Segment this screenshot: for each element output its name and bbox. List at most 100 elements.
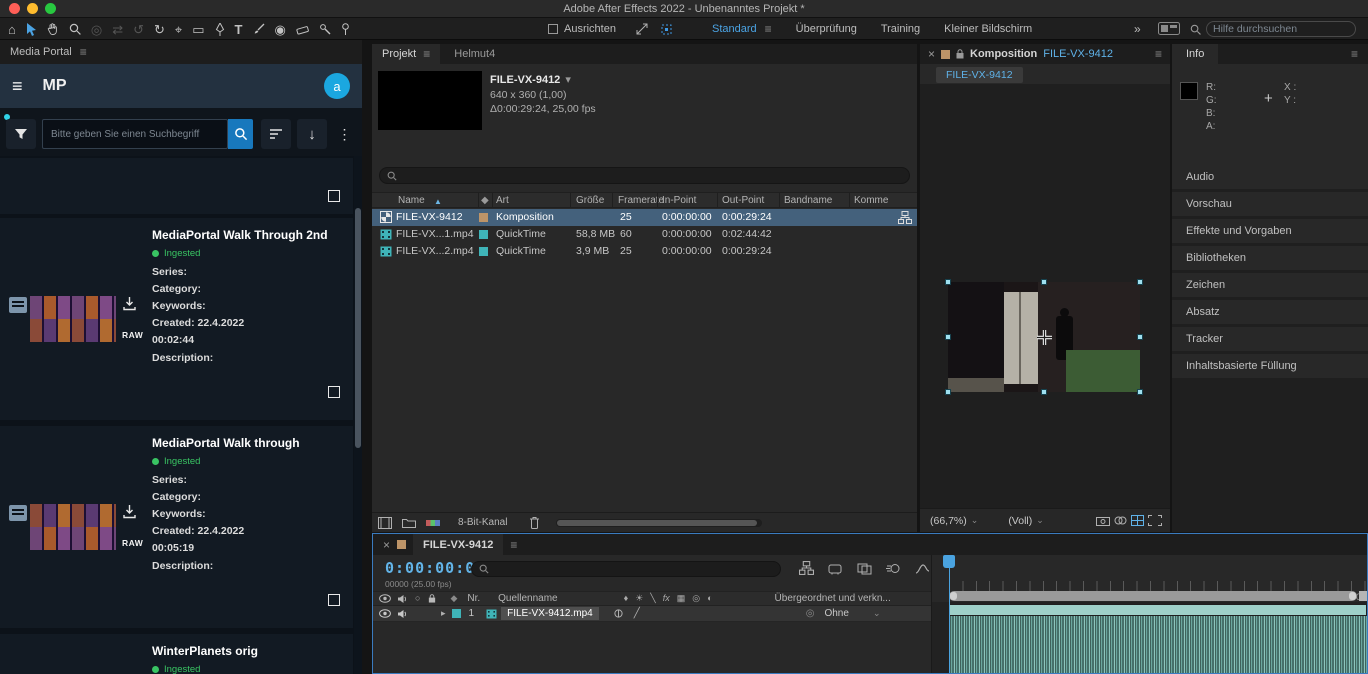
panel-menu-icon[interactable]: ≡ [510, 539, 517, 551]
help-search[interactable] [1190, 21, 1356, 37]
column-bandname[interactable]: Bandname [784, 195, 832, 206]
collapse-icon[interactable]: ☀ [635, 594, 643, 603]
label-column-icon[interactable]: ◆ [450, 594, 457, 603]
project-row[interactable]: FILE-VX...2.mp4 QuickTime 3,9 MB 25 0:00… [372, 243, 917, 260]
panel-menu-icon[interactable]: ≡ [80, 46, 87, 58]
quality-icon[interactable]: ╲ [650, 594, 655, 603]
pen-tool-icon[interactable] [215, 23, 225, 36]
project-row[interactable]: FILE-VX...1.mp4 QuickTime 58,8 MB 60 0:0… [372, 226, 917, 243]
chevron-down-icon[interactable]: ⌄ [971, 515, 979, 526]
scrollbar-thumb[interactable] [355, 208, 361, 448]
snapshot-icon[interactable] [1096, 515, 1110, 526]
brush-tool-icon[interactable] [253, 23, 265, 35]
chevron-down-icon[interactable]: ⌄ [1036, 515, 1044, 526]
draft-3d-icon[interactable] [828, 562, 843, 575]
selection-handle[interactable] [1137, 334, 1143, 340]
layer-audio-icon[interactable] [397, 609, 407, 619]
thumbnail-strip[interactable] [30, 296, 116, 342]
media-portal-tab[interactable]: Media Portal [10, 46, 72, 58]
layer-shy-icon[interactable] [613, 609, 624, 618]
workspace-tab-kleiner-bildschirm[interactable]: Kleiner Bildschirm [944, 23, 1032, 35]
panel-audio[interactable]: Audio [1172, 165, 1368, 189]
download-button[interactable]: ↓ [297, 119, 327, 149]
filter-button[interactable] [6, 119, 36, 149]
composition-viewer[interactable] [920, 84, 1170, 508]
card-checkbox[interactable] [328, 594, 340, 606]
eye-column-icon[interactable] [379, 594, 391, 603]
layer-eye-icon[interactable] [379, 609, 391, 618]
transfer-mode-icon[interactable]: ▦ [677, 594, 686, 603]
snapping-icon[interactable] [660, 23, 673, 36]
layer-label-swatch[interactable] [452, 609, 461, 618]
selection-handle[interactable] [1041, 279, 1047, 285]
panel-inhaltsbasierte-fuellung[interactable]: Inhaltsbasierte Füllung [1172, 354, 1368, 378]
selection-tool-icon[interactable] [26, 23, 37, 36]
zoom-level-dropdown[interactable]: (66,7%) [930, 515, 967, 527]
column-groesse[interactable]: Größe [576, 195, 604, 206]
panel-absatz[interactable]: Absatz [1172, 300, 1368, 324]
close-icon[interactable]: × [928, 47, 935, 61]
dropdown-icon[interactable]: ▾ [565, 73, 571, 86]
media-card[interactable]: WinterPlanets orig Ingested [0, 634, 353, 674]
3d-layer-icon[interactable]: ◐ [707, 594, 712, 603]
playhead-handle[interactable] [943, 555, 955, 568]
maximize-window-button[interactable] [45, 3, 56, 14]
fx-icon[interactable]: fx [663, 594, 670, 603]
panel-menu-icon[interactable]: ≡ [1351, 48, 1358, 60]
label-color-swatch[interactable] [479, 247, 488, 256]
label-color-swatch[interactable] [479, 230, 488, 239]
workspace-menu-icon[interactable]: ≡ [765, 23, 772, 35]
download-asset-icon[interactable] [122, 296, 137, 311]
sort-options-button[interactable] [261, 119, 291, 149]
audio-column-icon[interactable] [397, 594, 407, 604]
track-area[interactable] [932, 602, 1367, 673]
more-options-button[interactable]: ⋮ [333, 119, 356, 149]
column-art[interactable]: Art [496, 195, 509, 206]
trash-icon[interactable] [529, 516, 540, 529]
panel-layout-icon[interactable] [1158, 22, 1180, 35]
help-search-input[interactable] [1206, 21, 1356, 37]
project-search-field[interactable] [379, 167, 910, 184]
navigator-start-handle[interactable] [950, 592, 957, 600]
panel-effekte[interactable]: Effekte und Vorgaben [1172, 219, 1368, 243]
clone-stamp-tool-icon[interactable]: ◉ [275, 23, 286, 36]
media-list-scrollbar[interactable] [354, 156, 362, 674]
rotation-tool-icon[interactable]: ↻ [154, 23, 165, 36]
lock-icon[interactable] [956, 49, 964, 59]
tab-info[interactable]: Info [1172, 44, 1218, 64]
puppet-pin-tool-icon[interactable] [341, 23, 350, 35]
layer-row[interactable]: ▸ 1 FILE-VX-9412.mp4 ╱ ◎ Ohne ⌄ [373, 606, 931, 622]
frame-blending-icon[interactable] [857, 562, 872, 575]
menu-hamburger-icon[interactable]: ≡ [12, 76, 23, 97]
parent-pickwhip-icon[interactable]: ◎ [806, 608, 815, 619]
panel-vorschau[interactable]: Vorschau [1172, 192, 1368, 216]
anchor-point-icon[interactable] [1037, 330, 1052, 345]
comp-tab-label[interactable]: Komposition [970, 48, 1037, 60]
new-folder-icon[interactable] [402, 517, 416, 528]
parent-column-label[interactable]: Übergeordnet und verkn... [775, 593, 891, 604]
panel-bibliotheken[interactable]: Bibliotheken [1172, 246, 1368, 270]
show-channels-icon[interactable] [1114, 515, 1127, 526]
navigator-end-handle[interactable] [1349, 592, 1356, 600]
type-tool-icon[interactable]: T [235, 23, 243, 36]
layer-duration-bar[interactable] [949, 604, 1367, 616]
archive-icon[interactable] [8, 296, 28, 314]
layer-source-name[interactable]: FILE-VX-9412.mp4 [501, 607, 599, 620]
source-name-column-label[interactable]: Quellenname [498, 593, 557, 604]
interpret-footage-icon[interactable] [378, 517, 392, 529]
number-column-label[interactable]: Nr. [467, 593, 480, 604]
time-navigator[interactable] [949, 591, 1357, 601]
roto-brush-tool-icon[interactable] [319, 23, 331, 35]
thumbnail-strip[interactable] [30, 504, 116, 550]
close-window-button[interactable] [9, 3, 20, 14]
media-search-button[interactable] [228, 119, 253, 149]
graph-editor-icon[interactable] [915, 562, 930, 575]
column-kommentar[interactable]: Komme [854, 195, 888, 206]
label-color-swatch[interactable] [479, 213, 488, 222]
motion-blur-icon[interactable] [886, 562, 901, 575]
column-out-point[interactable]: Out-Point [722, 195, 764, 206]
panel-menu-icon[interactable]: ≡ [1155, 48, 1162, 60]
workspace-tab-training[interactable]: Training [881, 23, 920, 35]
home-icon[interactable]: ⌂ [8, 23, 16, 36]
workspace-overflow-icon[interactable]: » [1134, 22, 1141, 36]
